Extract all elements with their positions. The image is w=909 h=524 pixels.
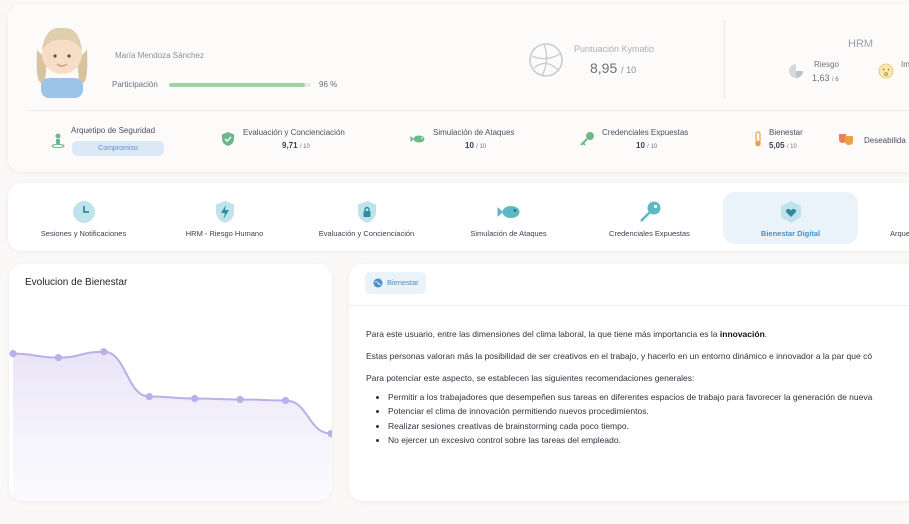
key-icon	[580, 132, 594, 146]
chart-title: Evolucion de Bienestar	[25, 277, 128, 288]
bienestar-chip[interactable]: Bienestar	[365, 272, 426, 294]
chart-area	[13, 351, 331, 501]
hrm-title: HRM	[848, 38, 874, 50]
tab-label: Bienestar Digital	[760, 229, 821, 238]
shield-lock-icon	[357, 201, 376, 223]
deseabilidad-label: Deseabilida	[864, 136, 906, 145]
globe-icon	[373, 278, 383, 288]
chart-point[interactable]	[54, 353, 63, 362]
shield-bolt-icon	[215, 201, 234, 223]
tab-label: Credenciales Expuestas	[609, 229, 690, 238]
impacto-label: Im	[901, 60, 909, 69]
score-label: Puntuación Kymatio	[574, 44, 655, 54]
chart-point[interactable]	[281, 396, 290, 405]
tab-label: Simulación de Ataques	[470, 229, 547, 238]
pie-icon	[789, 64, 803, 78]
chart-point[interactable]	[9, 350, 17, 358]
tab-bienestar-digital[interactable]: Bienestar Digital	[723, 192, 858, 244]
paragraph: Para potenciar este aspecto, se establec…	[366, 373, 695, 383]
simulacion-label: Simulación de Ataques	[433, 128, 515, 137]
riesgo-label: Riesgo	[814, 60, 839, 69]
clock-icon	[72, 201, 95, 223]
paragraph: Estas personas valoran más la posibilida…	[366, 351, 873, 361]
divider	[30, 110, 909, 111]
chip-label: Bienestar	[387, 278, 419, 287]
arquetipo-badge: Compromiso	[72, 141, 164, 156]
fish-icon	[410, 135, 425, 143]
user-name: María Mendoza Sánchez	[115, 51, 204, 60]
tab-label: Evaluación y Concienciación	[318, 229, 415, 238]
score-value: 8,95 / 10	[590, 60, 637, 76]
riesgo-value: 1,63 / 6	[812, 73, 839, 83]
recommendations-list: Permitir a los trabajadores que desempeñ…	[366, 392, 872, 449]
bienestar-label: Bienestar	[769, 128, 803, 137]
tab-sesiones[interactable]: Sesiones y Notificaciones	[12, 192, 155, 244]
heart-shield-icon	[780, 201, 801, 223]
evaluacion-value: 9,71 / 10	[282, 141, 310, 150]
tab-label: HRM - Riesgo Humano	[185, 229, 264, 238]
list-item: Realizar sesiones creativas de brainstor…	[388, 421, 872, 435]
list-item: No ejercer un excesivo control sobre las…	[388, 435, 872, 449]
ball-icon	[529, 43, 563, 77]
simulacion-value: 10 / 10	[465, 141, 487, 150]
tab-arquetipo[interactable]: Arque	[870, 192, 909, 244]
divider	[349, 305, 909, 306]
credenciales-label: Credenciales Expuestas	[602, 128, 689, 137]
participation-progress	[169, 83, 311, 87]
impact-face-icon	[878, 63, 894, 79]
thermometer-icon	[755, 131, 761, 147]
tab-simulacion[interactable]: Simulación de Ataques	[437, 192, 580, 244]
tab-label: Sesiones y Notificaciones	[40, 229, 127, 238]
participation-value: 96 %	[319, 80, 338, 89]
tab-label: Arque	[890, 229, 909, 238]
arquetipo-label: Arquetipo de Seguridad	[71, 126, 156, 135]
chart-point[interactable]	[145, 392, 153, 401]
masks-icon	[839, 134, 853, 145]
avatar	[36, 27, 88, 98]
bienestar-chart	[9, 348, 332, 501]
chart-point[interactable]	[236, 395, 244, 404]
chart-point[interactable]	[191, 394, 199, 403]
key-icon	[639, 201, 660, 222]
intro-paragraph: Para este usuario, entre las dimensiones…	[366, 329, 768, 339]
credenciales-value: 10 / 10	[636, 141, 658, 150]
tab-hrm[interactable]: HRM - Riesgo Humano	[153, 192, 296, 244]
evaluacion-label: Evaluación y Concienciación	[243, 128, 345, 137]
fish-icon	[497, 206, 519, 218]
list-item: Permitir a los trabajadores que desempeñ…	[388, 392, 872, 406]
list-item: Potenciar el clima de innovación permiti…	[388, 406, 872, 420]
participation-label: Participación	[112, 80, 158, 89]
bienestar-value: 5,05 / 10	[769, 141, 797, 150]
person-pin-icon	[51, 133, 65, 148]
participation-progress-fill	[169, 83, 306, 87]
divider	[724, 20, 725, 98]
chart-point[interactable]	[100, 348, 108, 356]
shield-check-icon	[222, 132, 234, 146]
tab-evaluacion[interactable]: Evaluación y Concienciación	[295, 192, 438, 244]
tab-credenciales[interactable]: Credenciales Expuestas	[578, 192, 721, 244]
